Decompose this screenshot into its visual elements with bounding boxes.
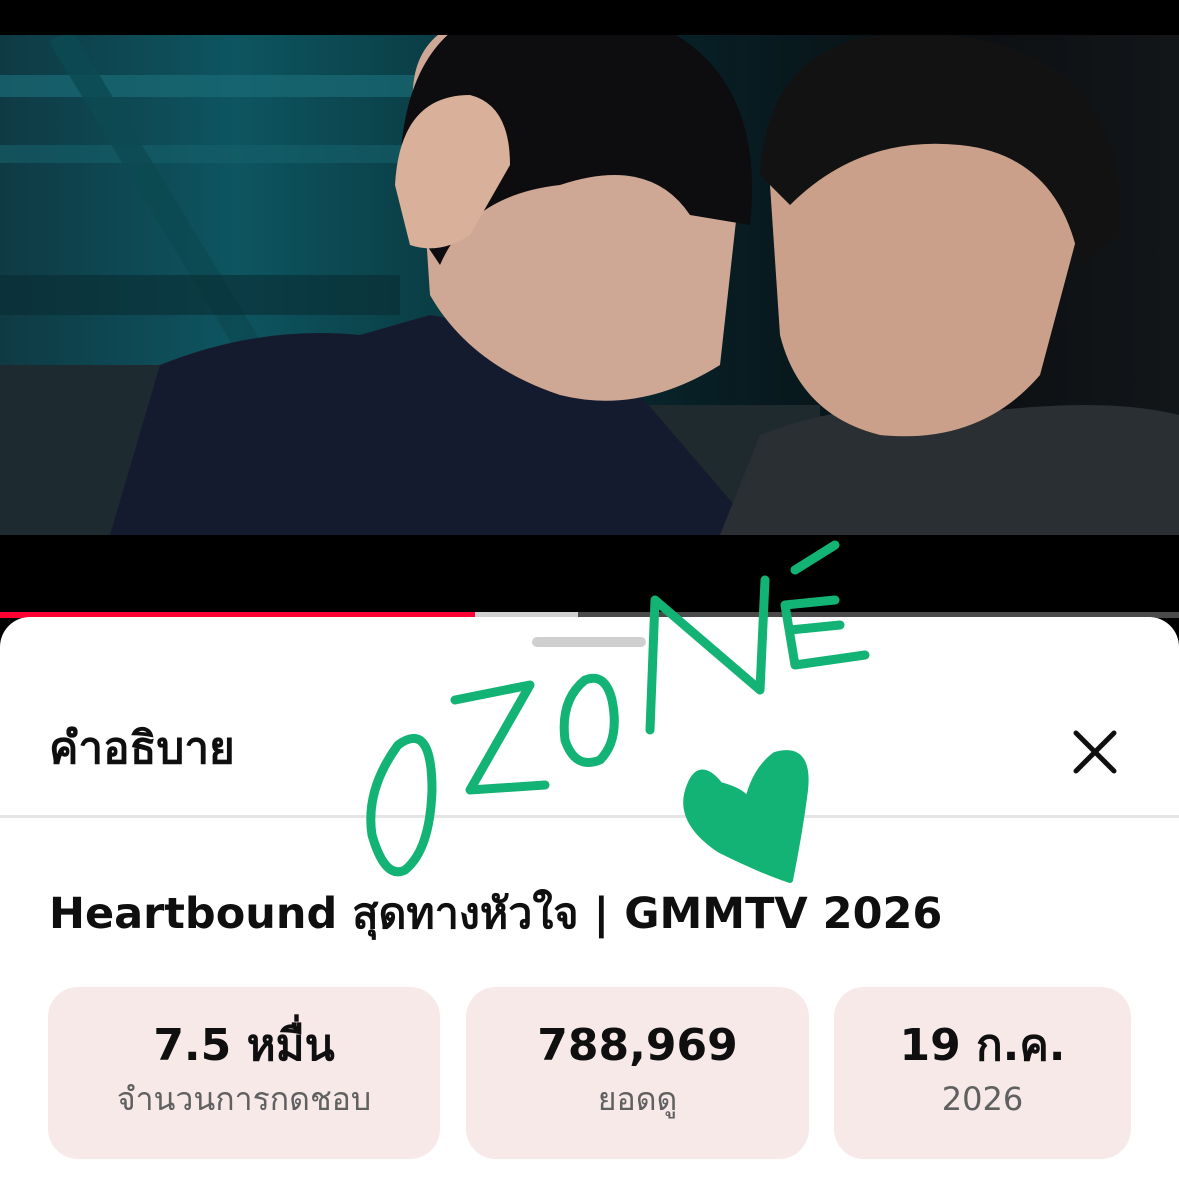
stat-likes: 7.5 หมื่น จำนวนการกดชอบ	[48, 987, 440, 1159]
likes-label: จำนวนการกดชอบ	[116, 1080, 372, 1118]
close-button[interactable]	[1060, 717, 1130, 787]
description-sheet: คำอธิบาย Heartbound สุดทางหัวใจ | GMMTV …	[0, 617, 1179, 1184]
divider	[0, 815, 1179, 818]
date-value: 19 ก.ค.	[899, 1020, 1066, 1071]
views-label: ยอดดู	[597, 1080, 678, 1118]
video-still-image	[0, 35, 1179, 535]
date-year: 2026	[941, 1080, 1024, 1118]
drag-handle[interactable]	[532, 637, 646, 647]
video-title: Heartbound สุดทางหัวใจ | GMMTV 2026	[49, 889, 943, 939]
stat-date: 19 ก.ค. 2026	[834, 987, 1131, 1159]
video-frame[interactable]	[0, 35, 1179, 535]
video-player[interactable]	[0, 0, 1179, 615]
views-value: 788,969	[537, 1020, 738, 1071]
likes-value: 7.5 หมื่น	[153, 1020, 335, 1071]
close-icon	[1073, 730, 1117, 774]
stat-views: 788,969 ยอดดู	[466, 987, 809, 1159]
sheet-title: คำอธิบาย	[49, 723, 235, 774]
